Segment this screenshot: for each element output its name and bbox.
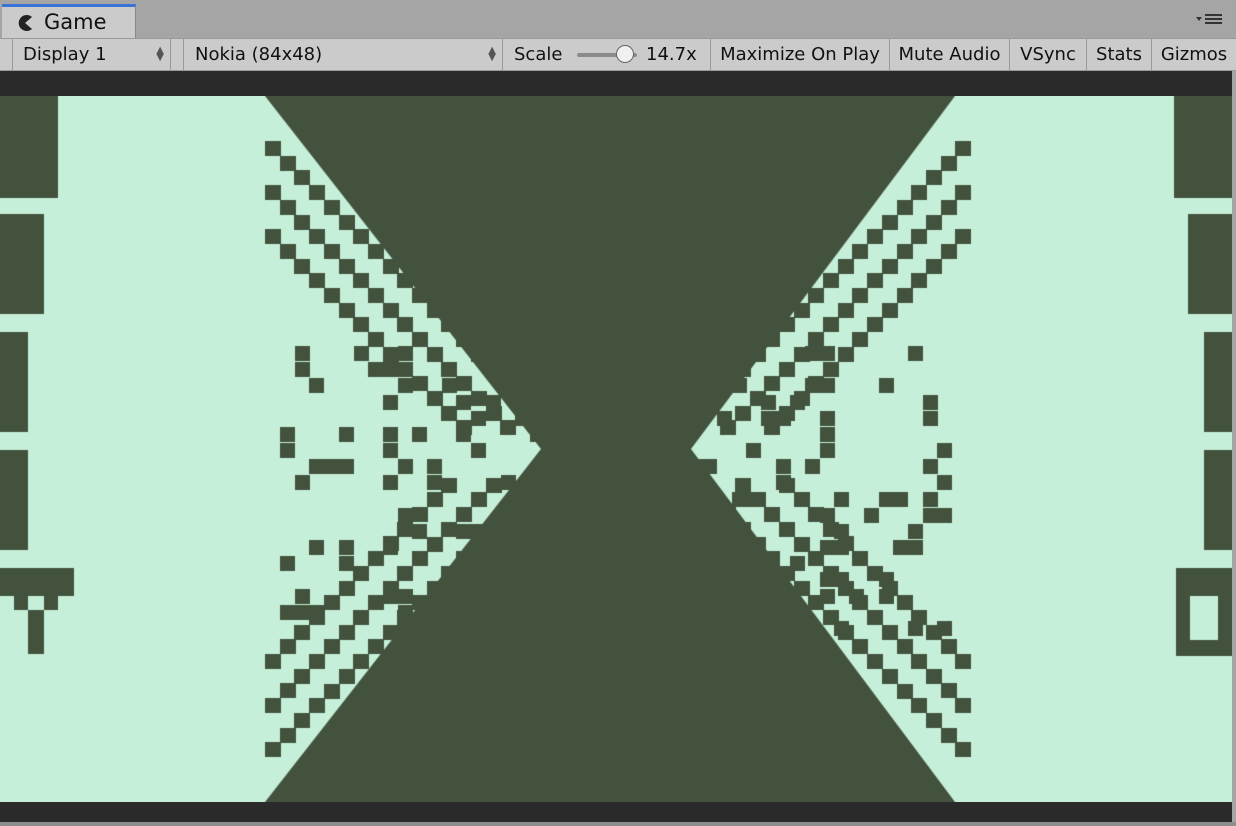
tab-bar: Game [0, 0, 1236, 38]
gizmos-toggle[interactable]: Gizmos [1152, 39, 1236, 70]
game-screen[interactable] [0, 96, 1232, 802]
scale-label: Scale [514, 44, 563, 65]
game-view[interactable] [0, 71, 1232, 822]
tab-label: Game [44, 10, 107, 34]
maximize-on-play-toggle[interactable]: Maximize On Play [711, 39, 890, 70]
resolution-dropdown[interactable]: Nokia (84x48) ▲ ▼ [183, 39, 503, 70]
game-toolbar: Display 1 ▲ ▼ Nokia (84x48) ▲ ▼ Scale 14.7… [0, 38, 1236, 71]
tab-game[interactable]: Game [2, 4, 136, 38]
dropdown-arrows-icon: ▲ ▼ [156, 45, 164, 63]
vsync-toggle[interactable]: VSync [1010, 39, 1087, 70]
game-view-border [0, 822, 1236, 826]
panel-menu-icon[interactable] [1194, 12, 1224, 26]
mute-audio-toggle[interactable]: Mute Audio [890, 39, 1010, 70]
display-dropdown[interactable]: Display 1 ▲ ▼ [12, 39, 171, 70]
scale-slider-handle[interactable] [616, 45, 634, 63]
scale-value: 14.7x [646, 44, 697, 65]
resolution-dropdown-value: Nokia (84x48) [195, 44, 323, 65]
dropdown-arrows-icon: ▲ ▼ [488, 45, 496, 63]
stats-toggle[interactable]: Stats [1087, 39, 1152, 70]
pacman-icon [18, 15, 32, 31]
scale-control: Scale 14.7x [503, 39, 711, 70]
display-dropdown-value: Display 1 [23, 44, 107, 65]
